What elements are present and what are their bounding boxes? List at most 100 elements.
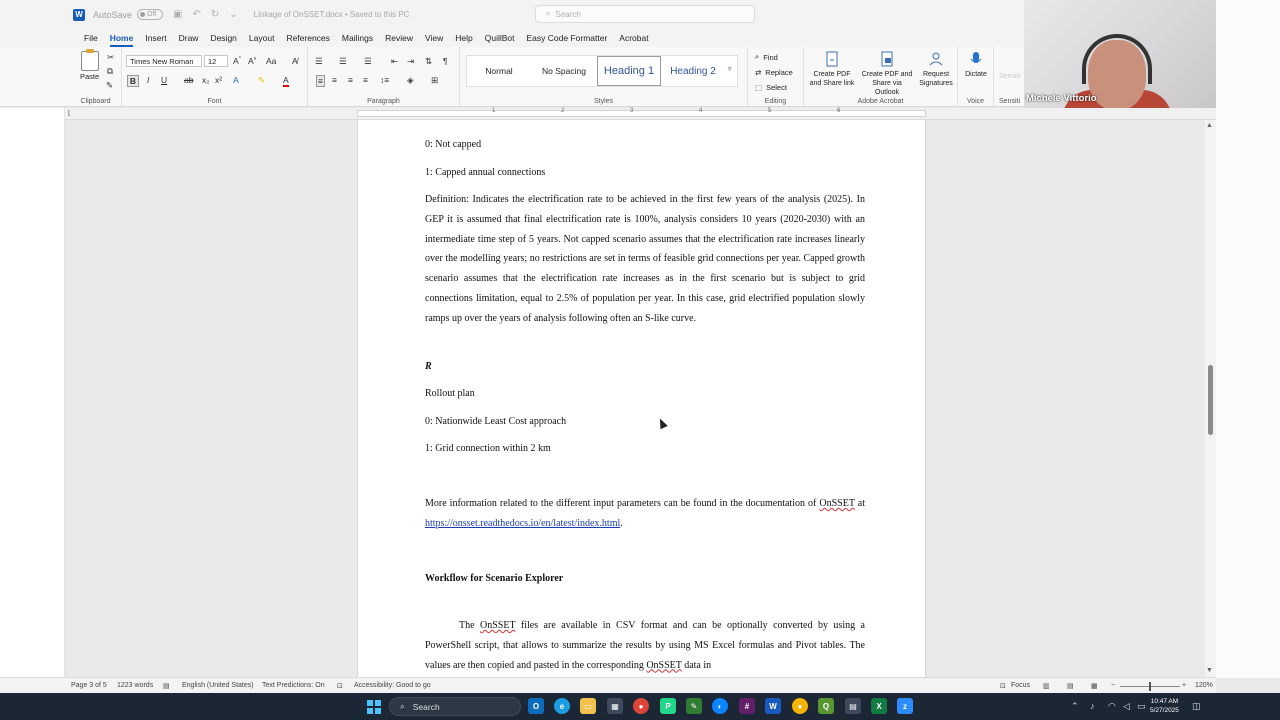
tray-chevron-icon[interactable]: ⌃ bbox=[1071, 701, 1079, 712]
styles-more-icon[interactable]: ▿ bbox=[728, 65, 732, 73]
superscript-icon[interactable]: x² bbox=[215, 75, 222, 85]
shrink-font-icon[interactable]: Av bbox=[248, 56, 256, 66]
tab-layout[interactable]: Layout bbox=[243, 29, 281, 47]
notepad-app-icon[interactable]: ✎ bbox=[686, 698, 702, 714]
undo-icon[interactable]: ↶ bbox=[192, 9, 200, 20]
highlight-color-icon[interactable]: ✎ bbox=[258, 75, 265, 86]
select-button[interactable]: ⬚ Select bbox=[755, 83, 787, 92]
tab-home[interactable]: Home bbox=[104, 29, 140, 47]
zoom-slider-knob[interactable] bbox=[1149, 682, 1151, 691]
italic-button[interactable]: I bbox=[147, 75, 149, 85]
vertical-scrollbar[interactable]: ▲ ▼ bbox=[1205, 120, 1216, 677]
save-icon[interactable]: ▣ bbox=[173, 9, 182, 20]
underline-button[interactable]: U bbox=[161, 75, 167, 85]
numbering-icon[interactable]: ☰ bbox=[339, 56, 347, 67]
customize-quick-access-icon[interactable]: ⌄ bbox=[229, 9, 237, 20]
calculator-app-icon[interactable]: ▤ bbox=[845, 698, 861, 714]
bullets-icon[interactable]: ☰ bbox=[315, 56, 323, 67]
pycharm-app-icon[interactable]: P bbox=[660, 698, 676, 714]
replace-button[interactable]: ⇄ Replace bbox=[755, 68, 793, 77]
tab-references[interactable]: References bbox=[280, 29, 335, 47]
sensitivity-button[interactable]: Sensiti bbox=[999, 73, 1020, 80]
style-no-spacing[interactable]: No Spacing bbox=[531, 56, 597, 86]
increase-indent-icon[interactable]: ⇥ bbox=[407, 56, 414, 67]
tab-easy-code-formatter[interactable]: Easy Code Formatter bbox=[521, 29, 614, 47]
create-pdf-outlook-button[interactable]: Create PDF and Share via Outlook bbox=[860, 51, 914, 97]
copy-icon[interactable]: ⧉ bbox=[107, 66, 113, 77]
redo-icon[interactable]: ↻ bbox=[211, 9, 219, 20]
tab-view[interactable]: View bbox=[419, 29, 449, 47]
tab-draw[interactable]: Draw bbox=[173, 29, 205, 47]
excel-app-icon[interactable]: X bbox=[871, 698, 887, 714]
paste-icon[interactable] bbox=[81, 49, 99, 71]
tab-insert[interactable]: Insert bbox=[139, 29, 172, 47]
chrome-app-icon[interactable]: ● bbox=[633, 698, 649, 714]
clear-formatting-icon[interactable]: A̸ bbox=[292, 56, 298, 66]
read-mode-icon[interactable]: ▥ bbox=[1043, 682, 1050, 690]
show-formatting-icon[interactable]: ¶ bbox=[443, 56, 448, 66]
word-count[interactable]: 1223 words bbox=[117, 682, 153, 689]
document-page[interactable]: 0: Not capped 1: Capped annual connectio… bbox=[357, 120, 926, 677]
style-heading-1[interactable]: Heading 1 bbox=[597, 56, 661, 86]
font-color-icon[interactable]: A bbox=[283, 75, 289, 87]
proofing-icon[interactable]: ▤ bbox=[163, 682, 170, 690]
format-painter-icon[interactable]: ✎ bbox=[106, 80, 113, 91]
autosave-toggle[interactable]: Off bbox=[137, 9, 164, 20]
slack-app-icon[interactable]: # bbox=[739, 698, 755, 714]
tab-review[interactable]: Review bbox=[379, 29, 419, 47]
align-right-icon[interactable]: ≡ bbox=[348, 75, 353, 85]
font-name-dropdown[interactable]: Times New Roman bbox=[126, 55, 202, 67]
shading-icon[interactable]: ◈ bbox=[407, 75, 414, 86]
request-signatures-button[interactable]: Request Signatures bbox=[916, 51, 956, 88]
scroll-up-icon[interactable]: ▲ bbox=[1206, 122, 1213, 129]
word-app-icon[interactable]: W bbox=[765, 698, 781, 714]
create-pdf-share-link-button[interactable]: Create PDF and Share link bbox=[808, 51, 856, 88]
tab-file[interactable]: File bbox=[78, 29, 104, 47]
bold-button[interactable]: B bbox=[127, 75, 139, 87]
horizontal-ruler[interactable]: ⌊ 1 2 3 4 5 6 bbox=[0, 108, 1216, 120]
chrome-profile-app-icon[interactable]: ● bbox=[792, 698, 808, 714]
tab-quillbot[interactable]: QuillBot bbox=[479, 29, 521, 47]
font-size-dropdown[interactable]: 12 bbox=[204, 55, 228, 67]
edge-app-icon[interactable]: e bbox=[554, 698, 570, 714]
tab-acrobat[interactable]: Acrobat bbox=[613, 29, 654, 47]
taskbar-search[interactable]: ⌕ Search bbox=[389, 697, 521, 716]
zoom-level[interactable]: 120% bbox=[1195, 682, 1213, 689]
text-effects-icon[interactable]: A bbox=[233, 75, 239, 85]
windows-start-icon[interactable] bbox=[367, 700, 381, 714]
dictate-button[interactable]: Dictate bbox=[961, 51, 991, 79]
cut-icon[interactable]: ✂ bbox=[107, 52, 114, 63]
focus-icon[interactable]: ⊡ bbox=[1000, 682, 1006, 690]
zoom-in-icon[interactable]: + bbox=[1182, 682, 1186, 689]
text-predictions-status[interactable]: Text Predictions: On bbox=[262, 682, 325, 689]
sort-icon[interactable]: ⇅ bbox=[425, 56, 432, 67]
title-search-input[interactable]: ⌕ Search bbox=[535, 5, 755, 23]
tab-help[interactable]: Help bbox=[449, 29, 478, 47]
browser-app-icon[interactable]: ◐ bbox=[712, 698, 728, 714]
tab-mailings[interactable]: Mailings bbox=[336, 29, 379, 47]
decrease-indent-icon[interactable]: ⇤ bbox=[391, 56, 398, 67]
change-case-icon[interactable]: Aa bbox=[266, 56, 276, 66]
grow-font-icon[interactable]: A^ bbox=[233, 56, 241, 66]
volume-icon[interactable]: ◁ bbox=[1123, 701, 1130, 712]
page-count[interactable]: Page 3 of 5 bbox=[71, 682, 107, 689]
zoom-out-icon[interactable]: − bbox=[1111, 682, 1115, 689]
style-normal[interactable]: Normal bbox=[467, 56, 531, 86]
wifi-icon[interactable]: ◠ bbox=[1108, 701, 1116, 712]
scroll-thumb[interactable] bbox=[1208, 365, 1213, 435]
paste-button[interactable]: Paste bbox=[80, 72, 99, 81]
file-explorer-icon[interactable]: ▭ bbox=[580, 698, 596, 714]
tab-design[interactable]: Design bbox=[204, 29, 242, 47]
qgis-app-icon[interactable]: Q bbox=[818, 698, 834, 714]
battery-icon[interactable]: ▭ bbox=[1137, 701, 1146, 712]
language-status[interactable]: English (United States) bbox=[182, 682, 254, 689]
find-button[interactable]: ⌕ Find bbox=[755, 52, 778, 62]
taskbar-clock[interactable]: 10:47 AM 5/27/2025 bbox=[1150, 697, 1179, 715]
align-left-icon[interactable]: ≡ bbox=[316, 75, 325, 87]
multilevel-list-icon[interactable]: ☰ bbox=[364, 56, 372, 67]
tab-stop-icon[interactable]: ⌊ bbox=[68, 109, 71, 117]
web-layout-icon[interactable]: ▦ bbox=[1091, 682, 1098, 690]
accessibility-status[interactable]: Accessibility: Good to go bbox=[354, 682, 431, 689]
microphone-tray-icon[interactable]: ♪ bbox=[1090, 701, 1095, 711]
zoom-app-icon[interactable]: z bbox=[897, 698, 913, 714]
